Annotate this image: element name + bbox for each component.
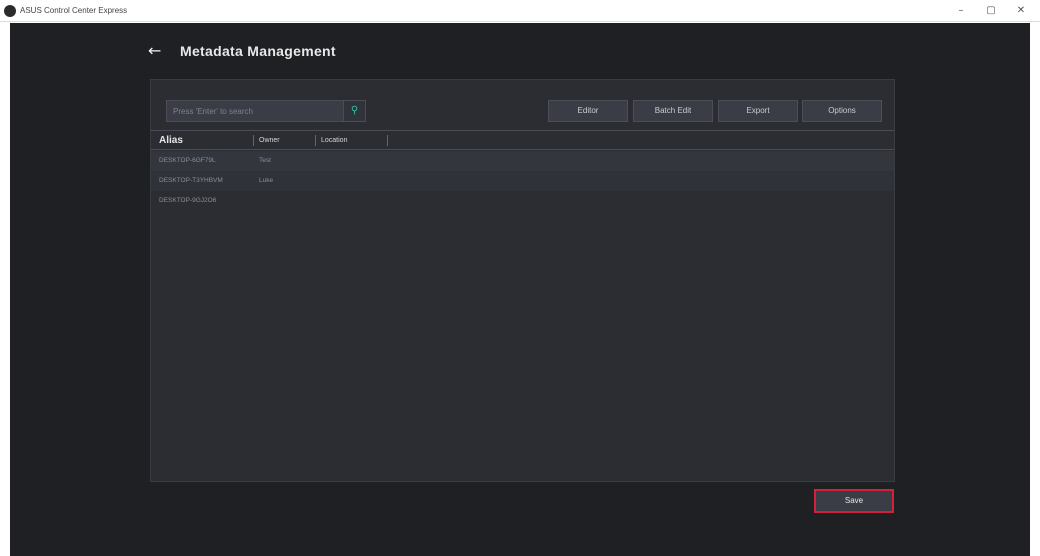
editor-button[interactable]: Editor bbox=[548, 100, 628, 122]
arrow-left-icon[interactable]: ← bbox=[148, 41, 161, 60]
cell-owner: Test bbox=[259, 157, 271, 164]
cell-alias: DESKTOP-9GJ2O6 bbox=[159, 197, 217, 204]
options-button[interactable]: Options bbox=[802, 100, 882, 122]
search-icon[interactable]: ⚲ bbox=[343, 101, 365, 121]
close-button[interactable]: ✕ bbox=[1012, 3, 1030, 19]
export-button[interactable]: Export bbox=[718, 100, 798, 122]
column-divider[interactable] bbox=[387, 135, 388, 146]
title-bar: ASUS Control Center Express – ▢ ✕ bbox=[0, 0, 1040, 22]
table-row[interactable]: DESKTOP-T3YHBVM Luke bbox=[151, 171, 894, 191]
batch-edit-button[interactable]: Batch Edit bbox=[633, 100, 713, 122]
metadata-panel: ⚲ Editor Batch Edit Export Options Alias… bbox=[150, 79, 895, 482]
app-body: ← Metadata Management ⚲ Editor Batch Edi… bbox=[10, 23, 1030, 556]
column-header-alias[interactable]: Alias bbox=[159, 131, 183, 150]
minimize-button[interactable]: – bbox=[952, 3, 970, 19]
maximize-button[interactable]: ▢ bbox=[982, 3, 1000, 19]
app-logo-icon bbox=[4, 5, 16, 17]
column-divider[interactable] bbox=[253, 135, 254, 146]
page-title: Metadata Management bbox=[180, 43, 336, 59]
cell-alias: DESKTOP-6GF79L bbox=[159, 157, 216, 164]
search-input[interactable] bbox=[167, 101, 345, 121]
table-header: Alias Owner Location bbox=[151, 130, 894, 150]
column-header-location[interactable]: Location bbox=[321, 131, 347, 150]
column-header-owner[interactable]: Owner bbox=[259, 131, 280, 150]
column-divider[interactable] bbox=[315, 135, 316, 146]
window-title: ASUS Control Center Express bbox=[20, 6, 128, 15]
search-box: ⚲ bbox=[166, 100, 366, 122]
table-row[interactable]: DESKTOP-6GF79L Test bbox=[151, 151, 894, 171]
save-button[interactable]: Save bbox=[814, 489, 894, 513]
app-window: ASUS Control Center Express – ▢ ✕ ← Meta… bbox=[0, 0, 1040, 556]
table-row[interactable]: DESKTOP-9GJ2O6 bbox=[151, 191, 894, 211]
cell-alias: DESKTOP-T3YHBVM bbox=[159, 177, 223, 184]
cell-owner: Luke bbox=[259, 177, 274, 184]
table-body: DESKTOP-6GF79L Test DESKTOP-T3YHBVM Luke… bbox=[151, 151, 894, 211]
